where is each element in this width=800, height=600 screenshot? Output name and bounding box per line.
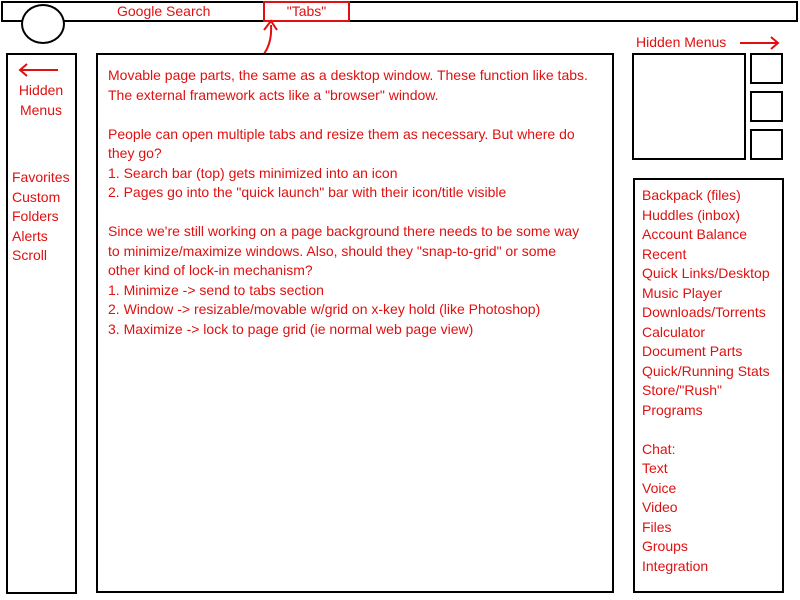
menu-item-quick-links[interactable]: Quick Links/Desktop [642, 264, 770, 284]
menu-item-recent[interactable]: Recent [642, 245, 770, 265]
notes-line: 1. Search bar (top) gets minimized into … [108, 164, 398, 181]
notes-line: to minimize/maximize windows. Also, shou… [108, 242, 556, 259]
arrow-left-icon[interactable] [18, 63, 60, 77]
menu-item-calculator[interactable]: Calculator [642, 323, 770, 343]
notes-line: Movable page parts, the same as a deskto… [108, 67, 588, 83]
notes-line: People can open multiple tabs and resize… [108, 125, 575, 142]
preview-window[interactable] [632, 53, 746, 160]
logo-circle[interactable] [21, 4, 65, 44]
menu-item-backpack[interactable]: Backpack (files) [642, 186, 770, 206]
menu-item-running-stats[interactable]: Quick/Running Stats [642, 362, 770, 382]
chat-item-video[interactable]: Video [642, 498, 770, 518]
google-search-label: Google Search [117, 3, 211, 19]
menu-item-huddles[interactable]: Huddles (inbox) [642, 206, 770, 226]
menu-item-music-player[interactable]: Music Player [642, 284, 770, 304]
main-notes: Movable page parts, the same as a deskto… [108, 66, 613, 359]
notes-line: 1. Minimize -> send to tabs section [108, 281, 324, 298]
sidebar-item-favorites[interactable]: Favorites [12, 168, 70, 188]
notes-paragraph: Since we're still working on a page back… [108, 222, 613, 339]
notes-line: other kind of lock-in mechanism? [108, 262, 313, 278]
arrow-right-icon[interactable] [738, 36, 780, 50]
chat-header: Chat: [642, 440, 676, 457]
notes-line: 2. Window -> resizable/movable w/grid on… [108, 301, 541, 317]
notes-line: The external framework acts like a "brow… [108, 86, 439, 103]
list-spacer [642, 420, 770, 440]
left-hidden-menus-label[interactable]: Hidden Menus [8, 80, 74, 120]
notes-line: they go? [108, 145, 162, 161]
menu-item-downloads[interactable]: Downloads/Torrents [642, 303, 770, 323]
chat-item-voice[interactable]: Voice [642, 479, 770, 499]
menu-item-programs[interactable]: Programs [642, 401, 770, 421]
chat-item-files[interactable]: Files [642, 518, 770, 538]
menu-item-store[interactable]: Store/"Rush" [642, 381, 770, 401]
menu-item-document-parts[interactable]: Document Parts [642, 342, 770, 362]
chat-item-text[interactable]: Text [642, 459, 770, 479]
notes-line: Since we're still working on a page back… [108, 223, 580, 239]
chat-item-groups[interactable]: Groups [642, 537, 770, 557]
mini-window-3[interactable] [750, 129, 783, 160]
left-sidebar [6, 53, 77, 594]
notes-line: 3. Maximize -> lock to page grid (ie nor… [108, 320, 474, 337]
left-sidebar-list: Favorites Custom Folders Alerts Scroll [12, 168, 70, 266]
sidebar-item-scroll[interactable]: Scroll [12, 246, 70, 266]
menu-item-account-balance[interactable]: Account Balance [642, 225, 770, 245]
notes-paragraph: Movable page parts, the same as a deskto… [108, 66, 613, 105]
mini-window-1[interactable] [750, 53, 783, 84]
right-hidden-menus-label[interactable]: Hidden Menus [636, 34, 726, 50]
chat-item-integration[interactable]: Integration [642, 557, 770, 577]
sidebar-item-folders[interactable]: Folders [12, 207, 70, 227]
notes-paragraph: People can open multiple tabs and resize… [108, 125, 613, 203]
mini-window-2[interactable] [750, 91, 783, 122]
sidebar-item-custom[interactable]: Custom [12, 188, 70, 208]
right-sidebar-list: Backpack (files) Huddles (inbox) Account… [642, 186, 770, 576]
sidebar-item-alerts[interactable]: Alerts [12, 227, 70, 247]
notes-line: 2. Pages go into the "quick launch" bar … [108, 184, 507, 200]
